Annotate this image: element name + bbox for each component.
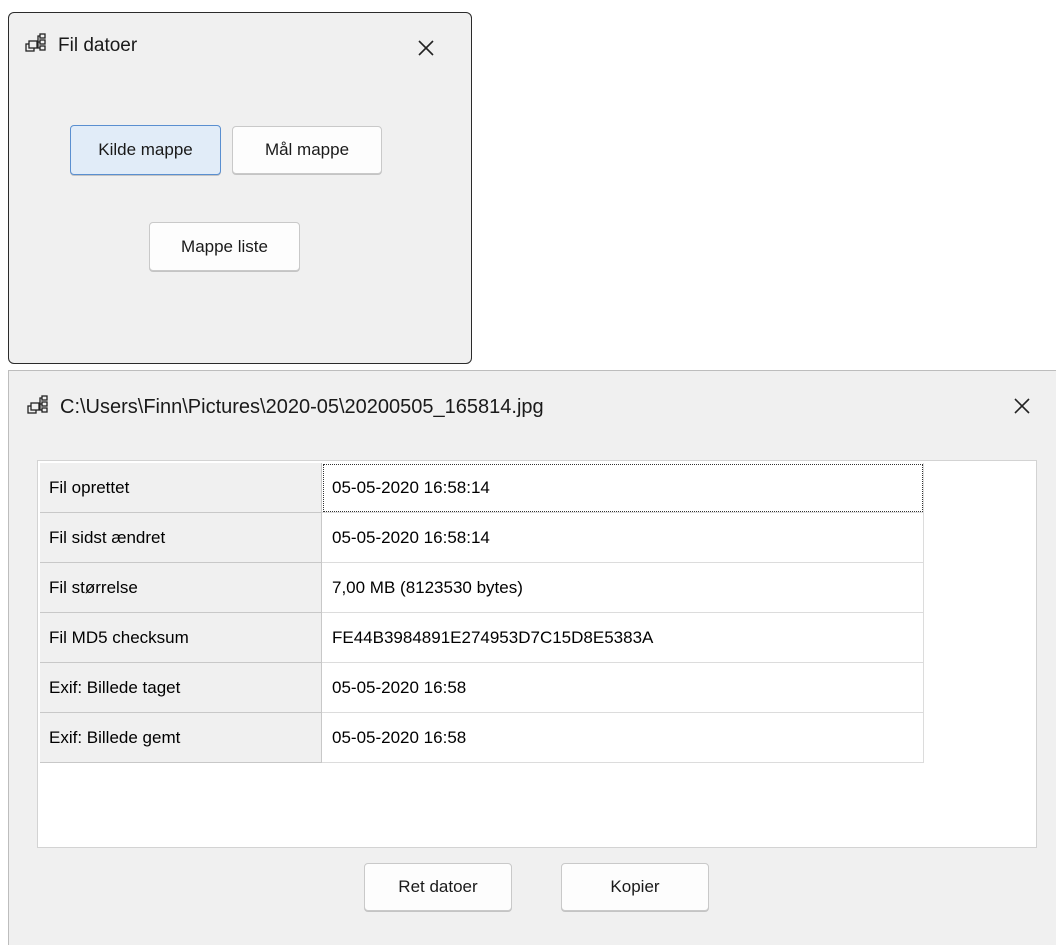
- close-icon[interactable]: [1007, 391, 1037, 421]
- table-row[interactable]: Fil oprettet 05-05-2020 16:58:14: [40, 463, 924, 513]
- network-tree-icon: [27, 395, 49, 415]
- row-label: Exif: Billede gemt: [40, 713, 322, 763]
- table-row[interactable]: Exif: Billede gemt 05-05-2020 16:58: [40, 713, 924, 763]
- fil-datoer-window: Fil datoer Kilde mappe Mål mappe Mappe l…: [8, 12, 472, 364]
- table-row[interactable]: Fil MD5 checksum FE44B3984891E274953D7C1…: [40, 613, 924, 663]
- row-value[interactable]: 05-05-2020 16:58: [322, 713, 924, 763]
- row-label: Fil MD5 checksum: [40, 613, 322, 663]
- source-folder-button[interactable]: Kilde mappe: [70, 125, 221, 175]
- file-details-window: C:\Users\Finn\Pictures\2020-05\20200505_…: [8, 370, 1056, 945]
- title-bar: Fil datoer: [9, 13, 471, 71]
- network-tree-icon: [25, 33, 47, 53]
- window-title: Fil datoer: [58, 35, 138, 56]
- row-label: Fil størrelse: [40, 563, 322, 613]
- row-value[interactable]: 05-05-2020 16:58: [322, 663, 924, 713]
- table-row[interactable]: Fil størrelse 7,00 MB (8123530 bytes): [40, 563, 924, 613]
- fix-dates-button[interactable]: Ret datoer: [364, 863, 512, 911]
- row-value[interactable]: FE44B3984891E274953D7C15D8E5383A: [322, 613, 924, 663]
- row-value[interactable]: 05-05-2020 16:58:14: [322, 513, 924, 563]
- table-row[interactable]: Exif: Billede taget 05-05-2020 16:58: [40, 663, 924, 713]
- row-value[interactable]: 05-05-2020 16:58:14: [322, 463, 924, 513]
- row-label: Fil sidst ændret: [40, 513, 322, 563]
- table-row[interactable]: Fil sidst ændret 05-05-2020 16:58:14: [40, 513, 924, 563]
- row-value[interactable]: 7,00 MB (8123530 bytes): [322, 563, 924, 613]
- row-label: Fil oprettet: [40, 463, 322, 513]
- row-label: Exif: Billede taget: [40, 663, 322, 713]
- copy-button[interactable]: Kopier: [561, 863, 709, 911]
- title-bar: C:\Users\Finn\Pictures\2020-05\20200505_…: [9, 371, 1056, 429]
- file-info-table: Fil oprettet 05-05-2020 16:58:14 Fil sid…: [37, 460, 1037, 848]
- close-icon[interactable]: [411, 33, 441, 63]
- folder-list-button[interactable]: Mappe liste: [149, 222, 300, 271]
- window-title: C:\Users\Finn\Pictures\2020-05\20200505_…: [60, 396, 544, 418]
- target-folder-button[interactable]: Mål mappe: [232, 126, 382, 174]
